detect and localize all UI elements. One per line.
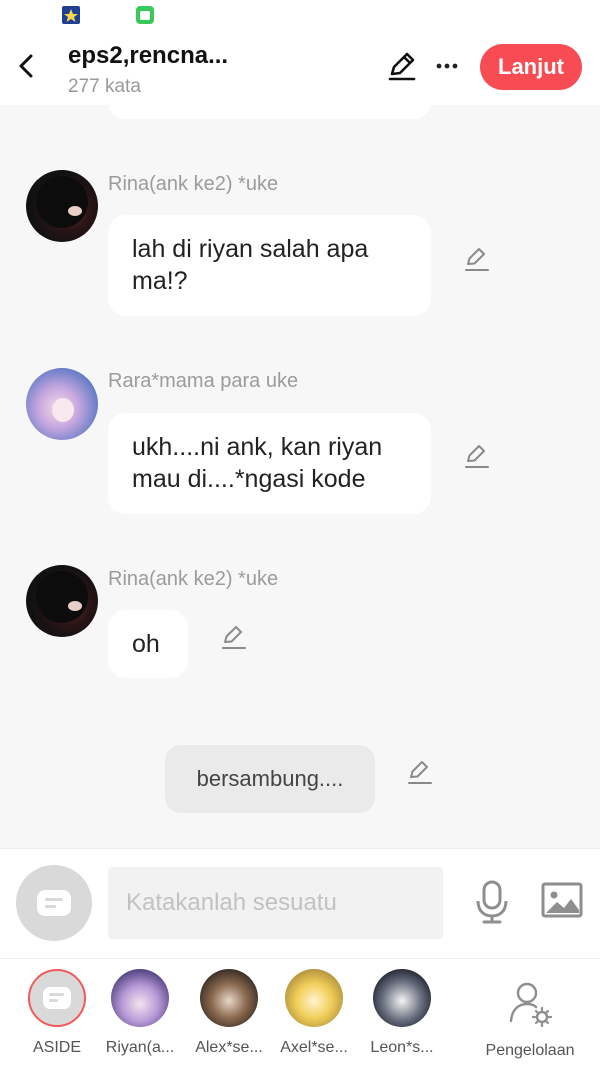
pencil-icon bbox=[388, 52, 416, 81]
page-title: eps2,rencna... bbox=[68, 42, 229, 69]
cast-label: Axel*se... bbox=[280, 1039, 348, 1056]
manage-user-icon bbox=[509, 982, 553, 1028]
avatar bbox=[373, 969, 431, 1027]
aside-toggle-button[interactable] bbox=[16, 865, 92, 941]
chat-area[interactable]: Rina(ank ke2) *uke lah di riyan salah ap… bbox=[0, 105, 600, 848]
sender-name: Rara*mama para uke bbox=[108, 370, 299, 392]
avatar bbox=[200, 969, 258, 1027]
avatar bbox=[111, 969, 169, 1027]
cast-label: Riyan(a... bbox=[105, 1039, 175, 1056]
message-input[interactable] bbox=[108, 867, 443, 939]
mic-icon[interactable] bbox=[472, 879, 512, 925]
narration-bubble[interactable]: bersambung.... bbox=[165, 745, 375, 813]
aside-avatar bbox=[28, 969, 86, 1027]
message-bubble[interactable]: ukh....ni ank, kan riyan mau di....*ngas… bbox=[108, 413, 431, 514]
android-app-icon bbox=[136, 6, 154, 24]
image-icon[interactable] bbox=[540, 881, 584, 921]
cast-label: Leon*s... bbox=[370, 1039, 434, 1056]
document-icon bbox=[43, 987, 71, 1009]
more-icon[interactable] bbox=[430, 50, 464, 82]
input-bar bbox=[0, 848, 600, 958]
status-bar bbox=[0, 0, 600, 30]
back-arrow-icon[interactable] bbox=[12, 50, 42, 82]
document-icon bbox=[37, 890, 71, 916]
avatar bbox=[285, 969, 343, 1027]
next-button[interactable]: Lanjut bbox=[480, 44, 582, 90]
header: eps2,rencna... 277 kata Lanjut bbox=[0, 30, 600, 105]
notification-app-icon bbox=[62, 6, 80, 24]
avatar[interactable] bbox=[26, 368, 98, 440]
avatar[interactable] bbox=[26, 565, 98, 637]
previous-message-bubble[interactable] bbox=[108, 105, 431, 119]
word-count: 277 kata bbox=[68, 76, 141, 97]
cast-alex[interactable]: Alex*se... bbox=[189, 969, 269, 1057]
cast-riyan[interactable]: Riyan(a... bbox=[100, 969, 180, 1057]
cast-label: ASIDE bbox=[32, 1039, 81, 1056]
message-bubble[interactable]: lah di riyan salah apa ma!? bbox=[108, 215, 431, 316]
pencil-icon[interactable] bbox=[219, 622, 249, 652]
cast-aside[interactable]: ASIDE bbox=[17, 969, 97, 1057]
sender-name: Rina(ank ke2) *uke bbox=[108, 568, 279, 590]
sender-name: Rina(ank ke2) *uke bbox=[108, 173, 279, 195]
cast-axel[interactable]: Axel*se... bbox=[274, 969, 354, 1057]
edit-title-button[interactable] bbox=[386, 50, 418, 82]
pencil-icon[interactable] bbox=[405, 757, 435, 787]
cast-leon[interactable]: Leon*s... bbox=[362, 969, 442, 1057]
pencil-icon[interactable] bbox=[462, 441, 492, 471]
manage-label: Pengelolaan bbox=[485, 1042, 575, 1059]
character-bar: ASIDE Riyan(a... Alex*se... Axel*se... L… bbox=[0, 958, 600, 1067]
pencil-icon[interactable] bbox=[462, 244, 492, 274]
avatar[interactable] bbox=[26, 170, 98, 242]
cast-label: Alex*se... bbox=[195, 1039, 263, 1056]
manage-button[interactable]: Pengelolaan bbox=[482, 981, 578, 1060]
message-bubble[interactable]: oh bbox=[108, 610, 188, 678]
